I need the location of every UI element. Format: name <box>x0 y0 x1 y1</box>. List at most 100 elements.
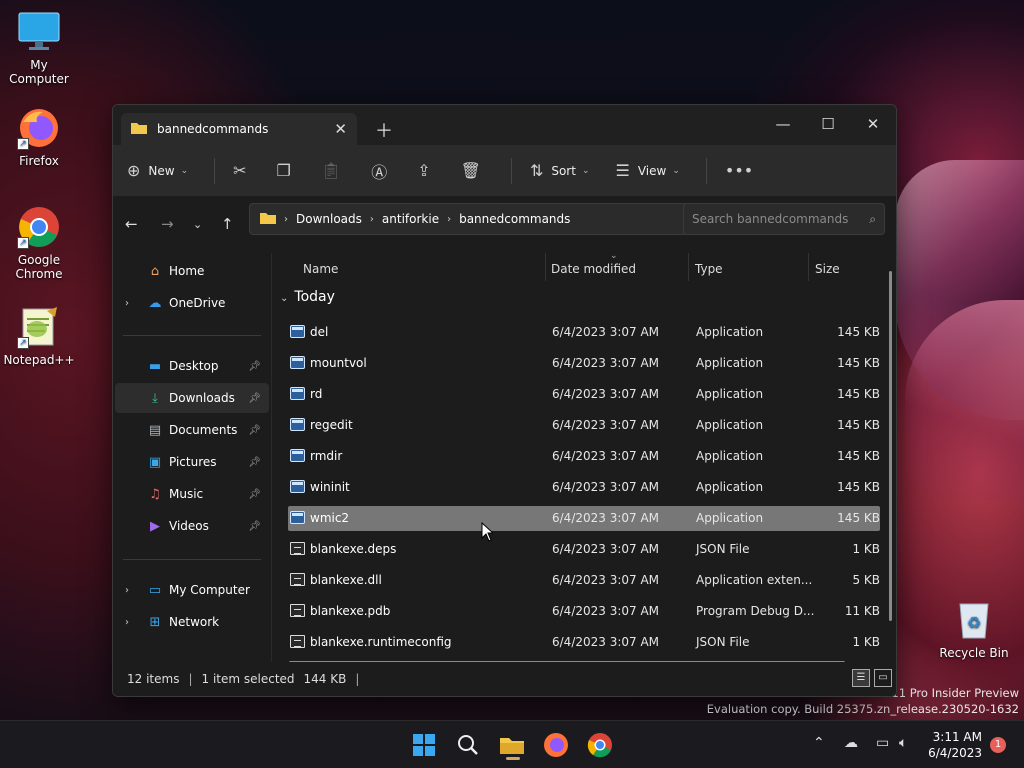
search-input[interactable] <box>692 212 870 226</box>
search-icon[interactable] <box>454 731 482 759</box>
file-row[interactable]: rd 6/4/2023 3:07 AM Application 145 KB <box>288 382 880 407</box>
clock[interactable]: 3:11 AM 6/4/2023 <box>928 729 982 761</box>
firefox-icon[interactable] <box>542 731 570 759</box>
explorer-tab[interactable]: bannedcommands ✕ <box>121 113 357 145</box>
view-button[interactable]: ☰ View ⌄ <box>616 161 680 180</box>
tiles-view-icon[interactable]: ▭ <box>874 669 892 687</box>
expand-chevron-icon[interactable]: › <box>125 617 129 628</box>
application-icon <box>290 356 305 369</box>
maximize-icon[interactable]: ☐ <box>805 111 851 137</box>
column-divider[interactable] <box>688 253 689 281</box>
chrome-icon[interactable] <box>586 731 614 759</box>
cut-icon[interactable]: ✂ <box>233 161 246 180</box>
file-row[interactable]: rmdir 6/4/2023 3:07 AM Application 145 K… <box>288 444 880 469</box>
expand-chevron-icon[interactable]: › <box>125 585 129 596</box>
share-icon[interactable]: ⇪ <box>417 161 430 180</box>
active-app-indicator <box>506 757 520 760</box>
column-divider[interactable] <box>545 253 546 281</box>
file-row-selected[interactable]: wmic2 6/4/2023 3:07 AM Application 145 K… <box>288 506 880 531</box>
sidebar-item-music[interactable]: ♫ Music 📌︎ <box>115 479 269 509</box>
desktop-icon-google-chrome[interactable]: ↗ Google Chrome <box>1 205 77 281</box>
breadcrumb-bannedcommands[interactable]: bannedcommands <box>459 212 570 226</box>
column-header-type[interactable]: Type <box>695 262 723 276</box>
back-arrow-icon[interactable]: ← <box>125 215 138 233</box>
column-divider[interactable] <box>808 253 809 281</box>
file-type: Application <box>696 449 764 463</box>
sidebar-item-videos[interactable]: ▶ Videos 📌︎ <box>115 511 269 541</box>
breadcrumb-downloads[interactable]: Downloads <box>296 212 362 226</box>
more-options-icon[interactable]: ••• <box>725 161 753 180</box>
sidebar-item-documents[interactable]: ▤ Documents 📌︎ <box>115 415 269 445</box>
sidebar-item-home[interactable]: ⌂ Home <box>115 256 269 286</box>
network-icon[interactable]: ▭ <box>876 735 889 751</box>
desktop-icon-notepad-plus-plus[interactable]: ↗ Notepad++ <box>1 305 77 367</box>
sidebar-item-network[interactable]: › ⊞ Network <box>115 607 269 637</box>
desktop-icon-my-computer[interactable]: My Computer <box>1 10 77 86</box>
pin-icon[interactable]: 📌︎ <box>248 489 261 500</box>
forward-arrow-icon[interactable]: → <box>161 215 174 233</box>
file-row[interactable]: blankexe.deps 6/4/2023 3:07 AM JSON File… <box>288 537 880 562</box>
file-type: Application <box>696 511 764 525</box>
search-box[interactable]: ⌕ <box>683 203 885 235</box>
breadcrumb-chevron-icon: › <box>447 213 452 225</box>
sidebar-item-desktop[interactable]: ▬ Desktop 📌︎ <box>115 351 269 381</box>
file-type: Application <box>696 418 764 432</box>
vertical-scrollbar[interactable] <box>889 271 892 621</box>
file-row[interactable]: mountvol 6/4/2023 3:07 AM Application 14… <box>288 351 880 376</box>
pin-icon[interactable]: 📌︎ <box>248 393 261 404</box>
desktop-icon-label: Firefox <box>19 154 59 168</box>
delete-icon[interactable]: 🗑︎ <box>461 161 481 180</box>
application-icon <box>290 325 305 338</box>
file-type: JSON File <box>696 542 750 556</box>
sidebar-item-label: OneDrive <box>169 296 226 310</box>
expand-chevron-icon[interactable]: › <box>125 298 129 309</box>
file-row[interactable]: blankexe.runtimeconfig 6/4/2023 3:07 AM … <box>288 630 880 655</box>
file-size: 145 KB <box>837 449 880 463</box>
file-name: blankexe.pdb <box>310 604 391 618</box>
file-row[interactable]: blankexe.dll 6/4/2023 3:07 AM Applicatio… <box>288 568 880 593</box>
pin-icon[interactable]: 📌︎ <box>248 457 261 468</box>
volume-icon[interactable]: 🔈︎ <box>899 735 907 751</box>
file-name: blankexe.deps <box>310 542 397 556</box>
rename-icon[interactable]: Ⓐ <box>371 159 387 183</box>
sidebar-item-onedrive[interactable]: › ☁ OneDrive <box>115 288 269 318</box>
column-header-name[interactable]: Name <box>303 262 338 276</box>
sidebar-item-pictures[interactable]: ▣ Pictures 📌︎ <box>115 447 269 477</box>
file-row[interactable]: wininit 6/4/2023 3:07 AM Application 145… <box>288 475 880 500</box>
new-tab-icon[interactable]: ＋ <box>375 117 393 143</box>
home-icon: ⌂ <box>150 263 160 279</box>
group-header-today[interactable]: ⌄ Today <box>280 289 335 305</box>
notification-badge[interactable]: 1 <box>990 737 1006 753</box>
show-hidden-icons-chevron-icon[interactable]: ⌃ <box>813 735 825 751</box>
close-tab-icon[interactable]: ✕ <box>334 120 347 138</box>
new-button[interactable]: ⊕ New ⌄ <box>127 161 188 180</box>
pin-icon[interactable]: 📌︎ <box>248 425 261 436</box>
details-view-icon[interactable]: ☰ <box>852 669 870 687</box>
status-bar: 12 items | 1 item selected 144 KB | ☰ ▭ <box>113 662 896 696</box>
recent-locations-chevron-icon[interactable]: ⌄ <box>193 218 202 231</box>
sidebar-item-downloads[interactable]: ⤓ Downloads 📌︎ <box>115 383 269 413</box>
desktop-icon: ▬ <box>148 358 162 374</box>
desktop-icon-recycle-bin[interactable]: ♻ Recycle Bin <box>936 598 1012 660</box>
paste-icon[interactable]: 📋︎ <box>321 161 341 180</box>
column-header-size[interactable]: Size <box>815 262 840 276</box>
close-window-icon[interactable]: ✕ <box>850 111 896 137</box>
sidebar-item-my-computer[interactable]: › ▭ My Computer <box>115 575 269 605</box>
column-header-date-modified[interactable]: Date modified <box>551 262 636 276</box>
sort-button[interactable]: ⇅ Sort ⌄ <box>530 161 590 180</box>
file-row[interactable]: blankexe.pdb 6/4/2023 3:07 AM Program De… <box>288 599 880 624</box>
desktop-icon-firefox[interactable]: ↗ Firefox <box>1 106 77 168</box>
cloud-offline-icon[interactable]: ☁ <box>844 735 858 751</box>
status-divider: | <box>355 672 360 686</box>
pin-icon[interactable]: 📌︎ <box>248 361 261 372</box>
file-row[interactable]: del 6/4/2023 3:07 AM Application 145 KB <box>288 320 880 345</box>
pin-icon[interactable]: 📌︎ <box>248 521 261 532</box>
up-arrow-icon[interactable]: ↑ <box>221 215 234 233</box>
file-size: 5 KB <box>852 573 880 587</box>
copy-icon[interactable]: ❐ <box>277 161 291 180</box>
minimize-icon[interactable]: — <box>760 111 806 137</box>
start-windows-icon[interactable] <box>410 731 438 759</box>
file-row[interactable]: regedit 6/4/2023 3:07 AM Application 145… <box>288 413 880 438</box>
breadcrumb-antiforkie[interactable]: antiforkie <box>382 212 439 226</box>
file-explorer-icon[interactable] <box>498 731 526 760</box>
